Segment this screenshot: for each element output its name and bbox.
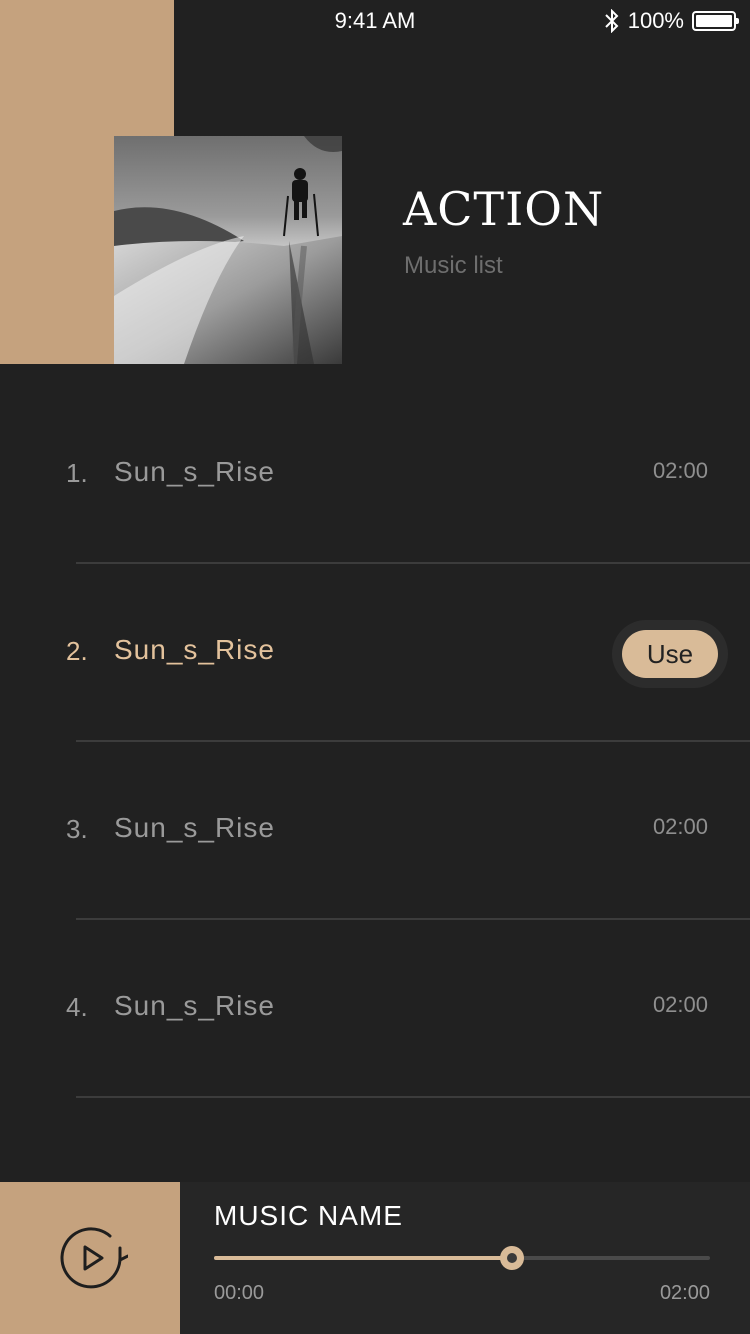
album-title: ACTION: [403, 182, 605, 236]
progress-fill: [214, 1256, 512, 1260]
track-number: 1.: [66, 458, 88, 488]
track-name: Sun_s_Rise: [114, 634, 275, 665]
battery-icon: [692, 11, 739, 31]
total-time: 02:00: [659, 1282, 710, 1304]
track-name: Sun_s_Rise: [114, 456, 275, 487]
track-number: 2.: [66, 636, 88, 666]
use-button-wrap: Use: [612, 620, 728, 688]
progress-bar[interactable]: [214, 1246, 710, 1270]
use-button[interactable]: Use: [622, 630, 718, 678]
progress-thumb[interactable]: [499, 1246, 524, 1270]
player-control-area: [0, 1182, 180, 1334]
divider: [76, 1096, 750, 1098]
track-row-2[interactable]: 2. Sun_s_Rise Use: [0, 564, 750, 742]
track-row-1[interactable]: 1. Sun_s_Rise 02:00: [0, 386, 750, 564]
album-cover-image: [114, 136, 342, 364]
track-duration: 02:00: [652, 814, 708, 839]
track-row-3[interactable]: 3. Sun_s_Rise 02:00: [0, 742, 750, 920]
replay-play-icon[interactable]: [58, 1226, 128, 1290]
music-name: MUSIC NAME: [214, 1200, 403, 1231]
track-number: 4.: [66, 992, 88, 1022]
track-number: 3.: [66, 814, 88, 844]
status-right: 100%: [604, 8, 739, 34]
current-time: 00:00: [214, 1282, 265, 1304]
mini-player: MUSIC NAME 00:00 02:00: [0, 1182, 750, 1334]
battery-percent: 100%: [627, 8, 684, 33]
bluetooth-icon: [605, 9, 619, 33]
track-duration: 02:00: [652, 992, 708, 1017]
track-duration: 02:00: [652, 458, 708, 483]
album-cover: [114, 136, 342, 364]
track-name: Sun_s_Rise: [114, 812, 275, 843]
track-name: Sun_s_Rise: [114, 990, 275, 1021]
track-row-4[interactable]: 4. Sun_s_Rise 02:00: [0, 920, 750, 1098]
album-subtitle: Music list: [404, 252, 503, 279]
